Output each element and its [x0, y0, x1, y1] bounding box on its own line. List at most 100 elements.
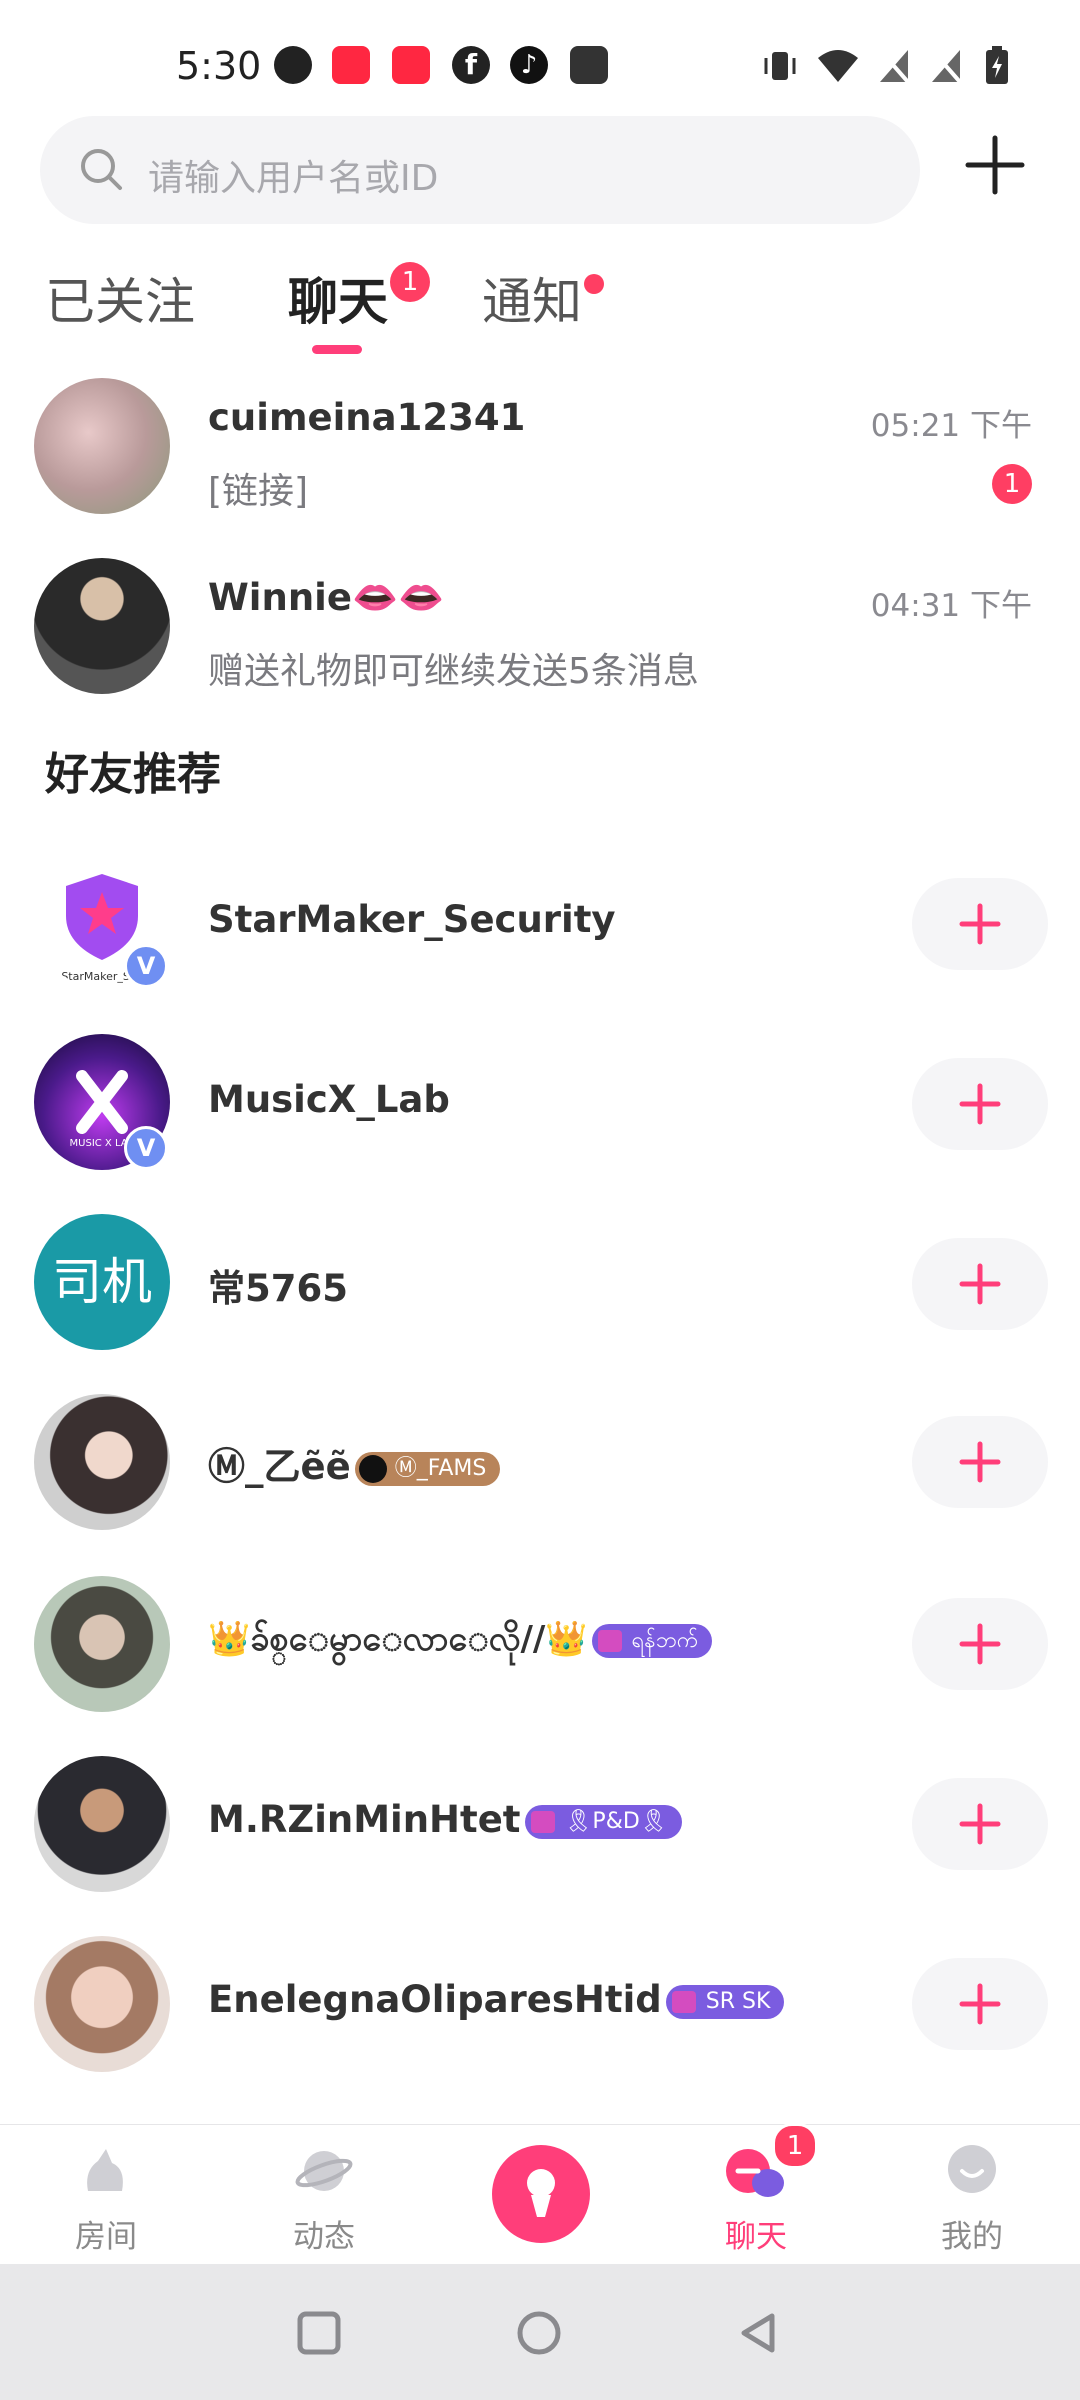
avatar [34, 1576, 170, 1712]
tab-chat[interactable]: 聊天 [288, 262, 388, 334]
nav-chat-label: 聊天 [725, 2219, 787, 2255]
recommend-item[interactable]: 司机 常5765 [0, 1214, 1080, 1354]
fan-club-tag: 🎗P&D🎗 [524, 1804, 682, 1839]
user-name: EnelegnaOliparesHtid SR SK [208, 1978, 785, 2021]
wifi-icon [818, 50, 858, 82]
rooms-icon [87, 2149, 123, 2191]
recommend-item[interactable]: Ⓜ_乙ẽẽ Ⓜ_FAMS [0, 1394, 1080, 1534]
home-icon[interactable] [516, 2310, 562, 2356]
fan-club-tag: ရန်ဘက် [591, 1623, 713, 1658]
nav-sing[interactable] [460, 2125, 620, 2265]
recommend-item[interactable]: EnelegnaOliparesHtid SR SK [0, 1936, 1080, 2076]
recommend-item[interactable]: 👑ခ်စ္ေမွာေလာေလို//👑 ရန်ဘက် [0, 1576, 1080, 1716]
bottom-nav: 房间 动态 1 聊天 我的 [0, 2123, 1080, 2265]
tiktok-icon [358, 1454, 387, 1483]
user-name-text: EnelegnaOliparesHtid [208, 1978, 662, 2021]
chat-name: Winnie👄👄 [208, 576, 445, 619]
fan-club-tag: Ⓜ_FAMS [354, 1451, 501, 1486]
group-icon [597, 1629, 622, 1652]
avatar [34, 558, 170, 694]
nav-rooms[interactable]: 房间 [26, 2125, 186, 2265]
no-sim-icon [930, 48, 962, 84]
recommend-item[interactable]: MUSIC X LAB V MusicX_Lab [0, 1034, 1080, 1174]
app-icon-p [274, 46, 312, 84]
chat-name: cuimeina12341 [208, 396, 526, 439]
follow-button[interactable] [912, 1238, 1048, 1330]
xiaohongshu-icon [332, 46, 370, 84]
planet-icon [295, 2151, 353, 2191]
search-bar[interactable]: 请输入用户名或ID [40, 116, 920, 224]
wallet-icon [570, 46, 608, 84]
sing-button[interactable] [492, 2145, 590, 2243]
plus-icon [959, 1083, 1001, 1125]
plus-icon [959, 903, 1001, 945]
user-name: Ⓜ_乙ẽẽ Ⓜ_FAMS [208, 1436, 501, 1490]
nav-rooms-label: 房间 [75, 2219, 137, 2255]
verified-icon: V [124, 1126, 168, 1170]
follow-button[interactable] [912, 1058, 1048, 1150]
status-time: 5:30 [176, 44, 262, 88]
vibrate-icon [764, 52, 796, 80]
chat-time: 05:21 下午 [870, 408, 1032, 444]
recommend-item[interactable]: StarMaker_Sec V StarMaker_Security [0, 852, 1080, 992]
profile-icon [948, 2145, 996, 2193]
user-name: 👑ခ်စ္ေမွာေလာေလို//👑 ရန်ဘက် [208, 1616, 713, 1667]
tab-notifications-dot [584, 274, 604, 294]
avatar [34, 378, 170, 514]
tab-active-indicator [312, 345, 362, 354]
back-icon[interactable] [736, 2310, 782, 2356]
tab-notifications[interactable]: 通知 [482, 262, 582, 334]
chat-preview: 赠送礼物即可继续发送5条消息 [208, 651, 699, 692]
follow-button[interactable] [912, 878, 1048, 970]
follow-button[interactable] [912, 1416, 1048, 1508]
unread-badge: 1 [992, 464, 1032, 504]
avatar: 司机 [34, 1214, 170, 1350]
recommend-title: 好友推荐 [45, 749, 221, 800]
user-name-text: M.RZinMinHtet [208, 1798, 521, 1841]
search-input[interactable]: 请输入用户名或ID [148, 149, 438, 201]
nav-me-label: 我的 [941, 2219, 1003, 2255]
plus-icon [959, 1263, 1001, 1305]
plus-icon [959, 1441, 1001, 1483]
user-name: 常5765 [208, 1267, 348, 1310]
add-icon[interactable] [960, 130, 1030, 200]
group-icon [671, 1990, 696, 2013]
user-name: MusicX_Lab [208, 1078, 450, 1121]
group-icon [530, 1810, 555, 1833]
verified-icon: V [124, 944, 168, 988]
status-bar: 5:30 f ♪ [0, 0, 1080, 120]
plus-icon [959, 1623, 1001, 1665]
follow-button[interactable] [912, 1958, 1048, 2050]
avatar [34, 1394, 170, 1530]
follow-button[interactable] [912, 1778, 1048, 1870]
recommend-item[interactable]: M.RZinMinHtet 🎗P&D🎗 [0, 1756, 1080, 1896]
chat-item[interactable]: Winnie👄👄 赠送礼物即可继续发送5条消息 04:31 下午 [0, 558, 1080, 718]
plus-icon [959, 1803, 1001, 1845]
user-name-text: 👑ခ်စ္ေမွာေလာေလို//👑 [208, 1619, 588, 1659]
tab-chat-badge: 1 [390, 262, 430, 302]
no-sim-icon [878, 48, 910, 84]
recent-apps-icon[interactable] [296, 2310, 342, 2356]
plus-icon [959, 1983, 1001, 2025]
nav-me[interactable]: 我的 [892, 2125, 1052, 2265]
user-name: StarMaker_Security [208, 898, 616, 941]
tiktok-icon: ♪ [510, 46, 548, 84]
nav-chat[interactable]: 1 聊天 [676, 2123, 836, 2265]
tab-following[interactable]: 已关注 [45, 262, 195, 334]
avatar [34, 1936, 170, 2072]
nav-chat-badge: 1 [772, 2123, 818, 2169]
user-name: M.RZinMinHtet 🎗P&D🎗 [208, 1798, 682, 1841]
fan-club-tag: SR SK [665, 1984, 785, 2019]
chat-item[interactable]: cuimeina12341 [链接] 05:21 下午 1 [0, 378, 1080, 538]
facebook-icon: f [452, 46, 490, 84]
user-name-text: Ⓜ_乙ẽẽ [208, 1445, 351, 1488]
avatar-text: 司机 [52, 1253, 152, 1311]
system-nav-bar [0, 2264, 1080, 2400]
chat-preview: [链接] [208, 471, 309, 512]
search-icon [81, 149, 122, 190]
avatar [34, 1756, 170, 1892]
nav-moments-label: 动态 [293, 2219, 355, 2255]
nav-moments[interactable]: 动态 [244, 2125, 404, 2265]
follow-button[interactable] [912, 1598, 1048, 1690]
chat-time: 04:31 下午 [870, 588, 1032, 624]
